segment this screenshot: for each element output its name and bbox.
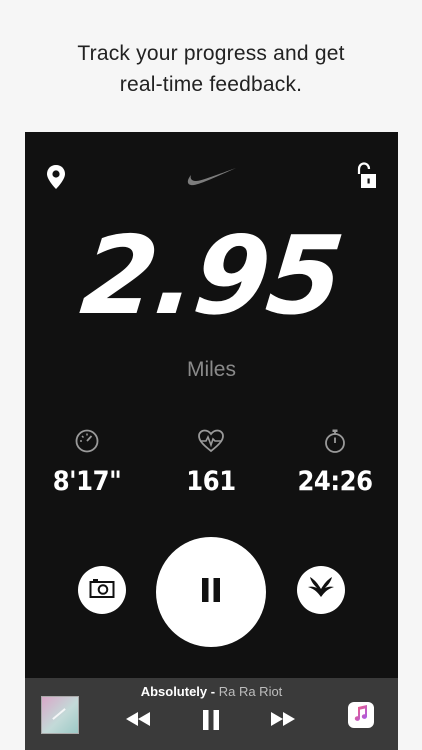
song-title: Absolutely (140, 684, 208, 699)
duration-stat: 24:26 (273, 428, 397, 497)
stopwatch-icon (273, 428, 397, 454)
distance-value: 2.95 (75, 214, 348, 339)
next-track-icon (270, 712, 296, 730)
previous-track-icon (125, 712, 151, 730)
cheer-wings-icon (306, 575, 336, 606)
music-app-button[interactable] (348, 702, 374, 728)
play-pause-button[interactable] (201, 709, 221, 736)
nike-swoosh-icon (185, 166, 237, 188)
pause-run-button[interactable] (156, 537, 266, 647)
music-player: Absolutely - Ra Ra Riot (25, 678, 398, 750)
run-screen: 2.95 Miles 8'17" 161 24:26 Absolutely - … (25, 132, 398, 750)
duration-value: 24:26 (297, 466, 373, 497)
pause-icon (201, 710, 221, 735)
speedometer-icon (25, 428, 149, 454)
album-art[interactable] (41, 696, 79, 734)
artist-name: Ra Ra Riot (218, 684, 283, 699)
music-note-icon (353, 704, 369, 727)
track-separator: - (207, 684, 219, 699)
next-track-button[interactable] (270, 712, 296, 731)
camera-icon (89, 577, 115, 604)
pause-icon (200, 577, 222, 608)
previous-track-button[interactable] (125, 712, 151, 731)
cheer-button[interactable] (297, 566, 345, 614)
camera-button[interactable] (78, 566, 126, 614)
pace-stat: 8'17" (25, 428, 149, 497)
heart-rate-stat: 161 (149, 428, 273, 497)
heartbeat-icon (149, 428, 273, 454)
unlock-icon[interactable] (355, 162, 377, 190)
caption-line-1: Track your progress and get (77, 42, 345, 65)
promo-caption: Track your progress and get real-time fe… (0, 38, 422, 100)
pace-value: 8'17" (52, 466, 122, 497)
distance-unit: Miles (186, 358, 236, 381)
now-playing: Absolutely - Ra Ra Riot (25, 684, 398, 699)
caption-line-2: real-time feedback. (119, 73, 303, 96)
location-pin-icon[interactable] (45, 164, 67, 190)
heart-rate-value: 161 (186, 466, 236, 497)
